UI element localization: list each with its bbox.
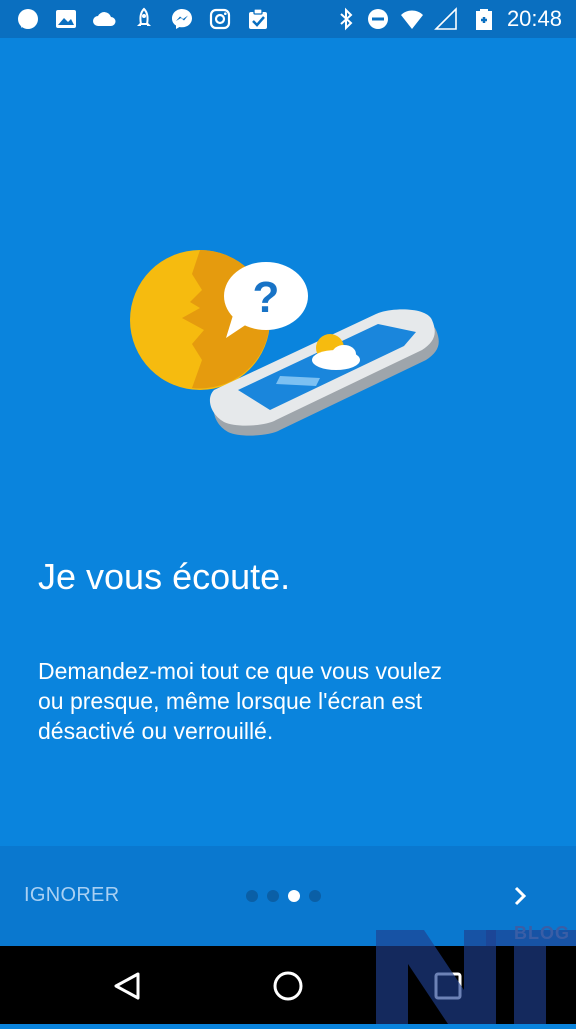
instagram-icon [209,8,231,30]
onboarding-page: ? Je vous écoute. Demandez-moi tout ce q… [0,38,576,846]
status-bar: 20:48 [0,0,576,38]
image-icon [56,10,76,28]
wifi-icon [401,10,423,29]
page-dot [267,890,279,902]
next-button[interactable] [508,884,532,908]
messenger-icon [172,9,192,29]
cloud-icon [93,12,116,26]
skip-button[interactable]: IGNORER [24,884,119,907]
assistant-illustration: ? [130,250,439,436]
onboarding-title: Je vous écoute. [38,556,291,597]
chat-bubble-icon [18,9,38,29]
rocket-icon [137,7,151,26]
battery-charging-icon [476,9,492,30]
page-indicator [246,890,321,902]
svg-text:?: ? [253,273,280,322]
navigation-bar [0,946,576,1024]
status-time: 20:48 [506,6,562,31]
do-not-disturb-icon [368,9,388,29]
home-icon[interactable] [268,966,308,1006]
recents-icon[interactable] [428,966,468,1006]
back-icon[interactable] [108,966,148,1006]
clipboard-check-icon [249,8,267,29]
page-dot [309,890,321,902]
bluetooth-icon [340,7,353,31]
signal-icon [434,7,457,30]
onboarding-description: Demandez-moi tout ce que vous voulez ou … [38,658,442,744]
page-dot-active [288,890,300,902]
onboarding-bottom-bar: IGNORER [0,846,576,946]
page-dot [246,890,258,902]
